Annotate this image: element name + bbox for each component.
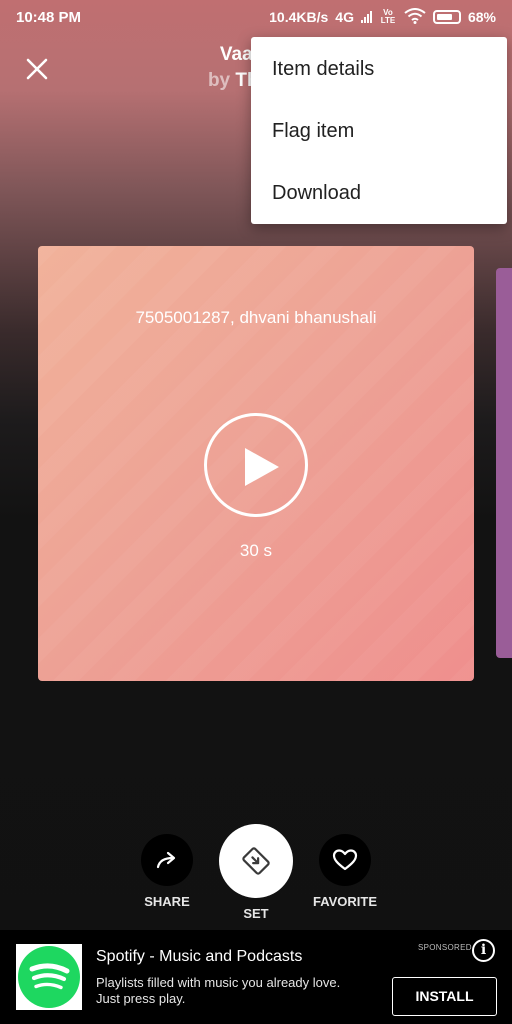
favorite-button[interactable]: FAVORITE (306, 834, 384, 909)
set-label: SET (243, 906, 269, 921)
action-bar: SHARE SET FAVORITE (0, 824, 512, 924)
battery-icon (432, 10, 461, 24)
info-icon[interactable]: i (472, 939, 495, 962)
share-circle (141, 834, 193, 886)
favorite-circle (319, 834, 371, 886)
spotify-logo (16, 944, 82, 1010)
share-button[interactable]: SHARE (135, 834, 199, 909)
play-icon (245, 448, 279, 486)
battery-level: 68% (467, 9, 496, 25)
ad-description: Playlists filled with music you already … (96, 975, 341, 1006)
ad-sponsored-label: SPONSORED (418, 943, 472, 952)
status-indicators: 10.4KB/s 4G Vo LTE 68% (269, 7, 496, 27)
ringtone-card[interactable]: 7505001287, dhvani bhanushali 30 s (38, 246, 474, 681)
play-button[interactable] (204, 413, 308, 517)
volte-indicator: Vo LTE (380, 8, 396, 25)
set-ringtone-icon (242, 847, 270, 875)
status-bar: 10:48 PM 10.4KB/s 4G Vo LTE 68% (0, 0, 512, 34)
wifi-icon (404, 7, 426, 27)
share-icon (156, 851, 176, 869)
ringtone-duration: 30 s (239, 541, 273, 560)
share-label: SHARE (144, 894, 190, 909)
heart-icon (332, 849, 358, 871)
network-type: 4G (335, 9, 354, 25)
menu-item-download[interactable]: Download (251, 169, 507, 231)
close-button[interactable] (22, 54, 52, 84)
overflow-menu: Item details Flag item Download (251, 37, 507, 224)
install-button[interactable]: INSTALL (392, 977, 497, 1016)
menu-item-flag[interactable]: Flag item (251, 107, 507, 169)
signal-icon (360, 11, 372, 23)
network-speed: 10.4KB/s (269, 9, 329, 25)
status-time: 10:48 PM (16, 8, 82, 26)
ringtone-name: 7505001287, dhvani bhanushali (135, 308, 377, 327)
ad-banner[interactable]: Spotify - Music and Podcasts Playlists f… (0, 930, 512, 1024)
close-icon (26, 58, 48, 80)
next-card-peek[interactable] (496, 268, 512, 658)
ad-app-name: Spotify - Music and Podcasts (96, 948, 303, 965)
favorite-label: FAVORITE (312, 894, 378, 909)
set-button[interactable]: SET (218, 824, 294, 921)
menu-item-details[interactable]: Item details (251, 45, 507, 107)
set-circle (219, 824, 293, 898)
